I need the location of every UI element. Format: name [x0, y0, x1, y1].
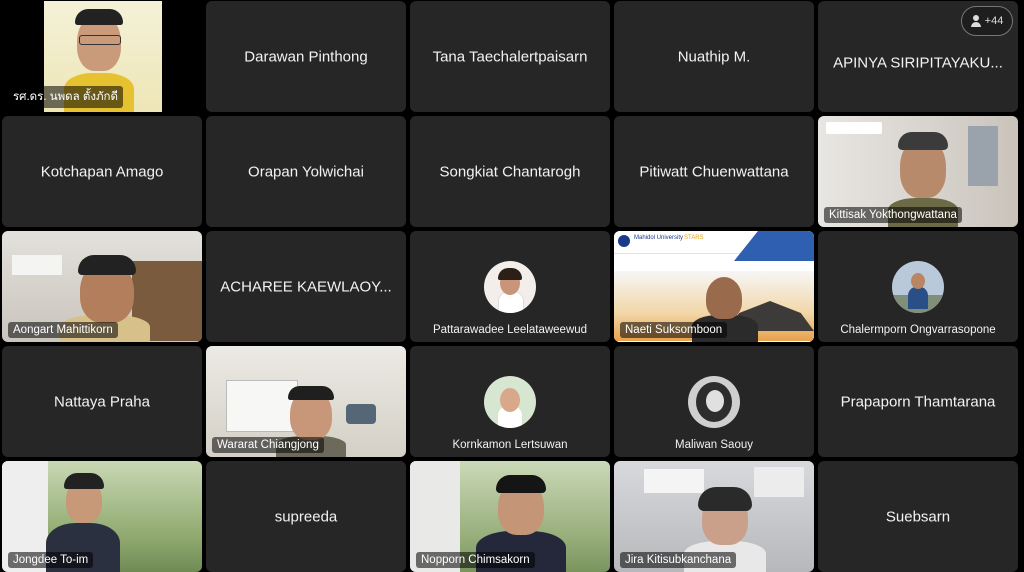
participant-tile[interactable]: Jira Kitisubkanchana [614, 461, 814, 572]
avatar [688, 376, 740, 428]
participant-tile[interactable]: ACHAREE KAEWLAOY... [206, 231, 406, 342]
participant-name: Pattarawadee Leelataweewud [432, 324, 588, 336]
slide-org-text: Mahidol University [634, 235, 684, 241]
participant-tile[interactable]: Prapaporn Thamtarana [818, 346, 1018, 457]
participant-tile[interactable]: Jongdee To-im [2, 461, 202, 572]
avatar [892, 261, 944, 313]
participant-tile[interactable]: Aongart Mahittikorn [2, 231, 202, 342]
avatar [484, 376, 536, 428]
participant-name: Tana Taechalertpaisarn [432, 48, 588, 65]
meeting-grid: รศ.ดร. นพดล ตั้งภักดี Darawan Pinthong T… [0, 0, 1024, 572]
participant-name: Kotchapan Amago [40, 163, 164, 180]
person-icon [970, 15, 981, 27]
participant-tile[interactable]: Kittisak Yokthongwattana [818, 116, 1018, 227]
participant-name: Jongdee To-im [8, 552, 94, 568]
participant-tile[interactable]: Wararat Chiangjong [206, 346, 406, 457]
participant-name: Kornkamon Lertsuwan [452, 439, 568, 451]
participant-tile[interactable]: Nopporn Chimsakorn [410, 461, 610, 572]
participant-tile[interactable]: Maliwan Saouy [614, 346, 814, 457]
participant-tile[interactable]: รศ.ดร. นพดล ตั้งภักดี [2, 1, 202, 112]
participant-name: Nattaya Praha [54, 393, 150, 410]
slide-tag-text: STARS [684, 235, 704, 241]
participant-tile[interactable]: Kotchapan Amago [2, 116, 202, 227]
participant-tile[interactable]: Tana Taechalertpaisarn [410, 1, 610, 112]
participant-tile[interactable]: Nuathip M. [614, 1, 814, 112]
participant-tile[interactable]: Pattarawadee Leelataweewud [410, 231, 610, 342]
participant-name: supreeda [274, 508, 338, 525]
participant-name: APINYA SIRIPITAYAKU... [833, 54, 1003, 72]
participant-tile[interactable]: Kornkamon Lertsuwan [410, 346, 610, 457]
participant-tile[interactable]: Suebsarn [818, 461, 1018, 572]
participant-tile[interactable]: Chalermporn Ongvarrasopone [818, 231, 1018, 342]
participant-name: Nopporn Chimsakorn [416, 552, 535, 568]
participant-name: Aongart Mahittikorn [8, 322, 118, 338]
participant-name: Prapaporn Thamtarana [840, 393, 996, 410]
participant-name: Darawan Pinthong [244, 48, 368, 65]
participant-name: Maliwan Saouy [675, 439, 753, 451]
participant-name: Chalermporn Ongvarrasopone [840, 324, 996, 336]
participant-name: ACHAREE KAEWLAOY... [220, 278, 392, 295]
participant-tile[interactable]: Orapan Yolwichai [206, 116, 406, 227]
participant-name: Naeti Suksomboon [620, 322, 728, 338]
participant-name: Songkiat Chantarogh [439, 163, 581, 180]
more-participants-count: +44 [984, 15, 1004, 27]
participant-name: Wararat Chiangjong [212, 437, 324, 453]
avatar [484, 261, 536, 313]
participant-name: Nuathip M. [677, 48, 751, 65]
participant-name: Kittisak Yokthongwattana [824, 207, 962, 223]
participant-name: รศ.ดร. นพดล ตั้งภักดี [8, 86, 123, 108]
participant-name: Pitiwatt Chuenwattana [639, 163, 789, 180]
participant-tile[interactable]: Mahidol University STARS Naeti Suksomboo… [614, 231, 814, 342]
participant-name: Orapan Yolwichai [248, 163, 364, 180]
participant-tile[interactable]: Nattaya Praha [2, 346, 202, 457]
participant-tile[interactable]: Pitiwatt Chuenwattana [614, 116, 814, 227]
participant-name: Suebsarn [885, 508, 951, 525]
more-participants-button[interactable]: +44 [961, 6, 1013, 36]
participant-name: Jira Kitisubkanchana [620, 552, 737, 568]
participant-tile[interactable]: Darawan Pinthong [206, 1, 406, 112]
participant-tile[interactable]: supreeda [206, 461, 406, 572]
participant-tile[interactable]: Songkiat Chantarogh [410, 116, 610, 227]
